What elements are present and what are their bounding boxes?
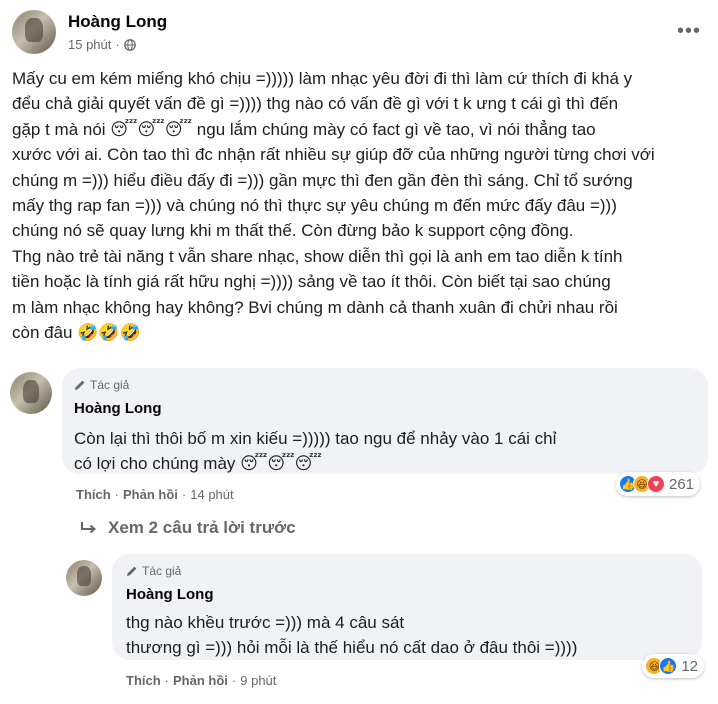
reply-button[interactable]: Phản hồi [123, 487, 178, 502]
commenter-avatar[interactable] [10, 372, 52, 414]
comment-actions: Thích · Phản hồi · 14 phút [76, 487, 234, 502]
reaction-summary[interactable]: 👍 😆 ♥ 261 [615, 472, 700, 496]
love-icon: ♥ [646, 475, 665, 493]
more-icon: ••• [676, 19, 701, 42]
like-button[interactable]: Thích [126, 673, 161, 688]
post-timestamp[interactable]: 15 phút [68, 37, 111, 52]
comment-author-name[interactable]: Hoàng Long [126, 586, 213, 603]
globe-icon [123, 38, 136, 51]
view-previous-replies-label: Xem 2 câu trả lời trước [108, 518, 296, 537]
author-badge: Tác giả [126, 564, 181, 578]
pencil-icon [75, 380, 85, 390]
author-avatar[interactable] [12, 10, 56, 54]
like-button[interactable]: Thích [76, 487, 111, 502]
reply-arrow-icon [81, 522, 97, 534]
action-separator: · [181, 487, 187, 502]
reaction-summary[interactable]: 😆 👍 12 [642, 654, 704, 678]
comment-timestamp[interactable]: 14 phút [190, 487, 233, 502]
comment-text: Còn lại thì thôi bố m xin kiếu =))))) ta… [74, 429, 557, 473]
author-badge-label: Tác giả [142, 564, 182, 578]
view-previous-replies-button[interactable]: Xem 2 câu trả lời trước [80, 518, 296, 538]
action-separator: · [164, 673, 170, 688]
author-badge: Tác giả [74, 378, 129, 392]
post-header: Hoàng Long 15 phút · ••• [12, 6, 706, 62]
meta-separator: · [115, 37, 120, 52]
action-separator: · [231, 673, 237, 688]
commenter-avatar[interactable] [66, 560, 102, 596]
comment-timestamp[interactable]: 9 phút [240, 673, 276, 688]
author-badge-label: Tác giả [90, 378, 130, 392]
comment-actions: Thích · Phản hồi · 9 phút [126, 673, 276, 688]
comment-bubble: Tác giả Hoàng Long thg nào khều trước =)… [112, 554, 702, 660]
post-author-name[interactable]: Hoàng Long [68, 12, 167, 32]
comment-text: thg nào khều trước =))) mà 4 câu sát thư… [126, 613, 578, 657]
action-separator: · [114, 487, 120, 502]
more-options-button[interactable]: ••• [674, 16, 704, 46]
post-text: Mấy cu em kém miếng khó chịu =))))) làm … [12, 69, 655, 343]
pencil-icon [127, 566, 137, 576]
reaction-count: 261 [668, 475, 694, 493]
reply-button[interactable]: Phản hồi [173, 673, 228, 688]
comment-author-name[interactable]: Hoàng Long [74, 400, 161, 417]
post-meta: 15 phút · [68, 37, 136, 52]
reaction-count: 12 [681, 657, 698, 675]
like-icon: 👍 [659, 657, 678, 675]
comment-bubble: Tác giả Hoàng Long Còn lại thì thôi bố m… [62, 368, 708, 474]
